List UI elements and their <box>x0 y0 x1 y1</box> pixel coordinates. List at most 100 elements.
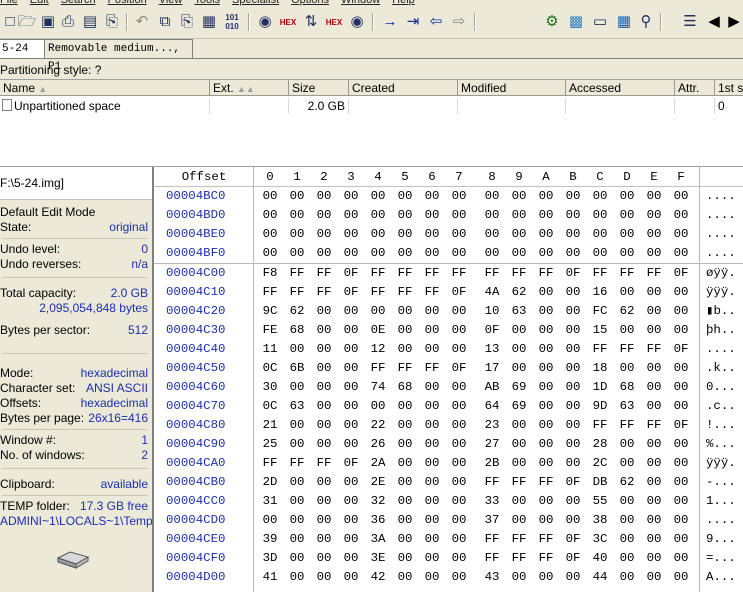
ascii-text[interactable]: .c.. <box>706 397 736 416</box>
menu-item-edit[interactable]: Edit <box>30 0 49 6</box>
column-header-name[interactable]: Name ▲ <box>0 80 210 96</box>
hex-row[interactable]: 00004BD0 00 00 00 00 00 00 00 00 00 00 00 00 00 00 00 00… <box>154 206 743 225</box>
hex-row[interactable]: 00004CC0 31 00 00 00 32 00 00 00 33 00 00 00 55 00 00 00… <box>154 492 743 511</box>
hex-byte[interactable]: FF <box>644 264 664 283</box>
hex-byte[interactable]: 00 <box>395 340 415 359</box>
hex-byte[interactable]: 00 <box>617 549 637 568</box>
hex-byte[interactable]: 00 <box>341 244 361 263</box>
hex-row[interactable]: 00004C90 25 00 00 00 26 00 00 00 27 00 00 00 28 00 00 00… <box>154 435 743 454</box>
hex-byte[interactable]: 00 <box>422 530 442 549</box>
hex-byte[interactable]: 00 <box>449 321 469 340</box>
hex-byte[interactable]: FF <box>509 264 529 283</box>
hex-byte[interactable]: 00 <box>395 187 415 206</box>
hex-byte[interactable]: 00 <box>422 549 442 568</box>
hex-byte[interactable]: 00 <box>644 359 664 378</box>
hex-byte[interactable]: 0C <box>260 397 280 416</box>
hex-byte[interactable]: 00 <box>617 435 637 454</box>
hex-byte[interactable]: 63 <box>617 397 637 416</box>
hex-row[interactable]: 00004C00 F8 FF FF 0F FF FF FF FF FF FF FF 0F FF FF FF 0F… <box>154 264 743 283</box>
hex-byte[interactable]: 37 <box>482 511 502 530</box>
hex-byte[interactable]: 00 <box>422 416 442 435</box>
hex-byte[interactable]: 0C <box>260 359 280 378</box>
hex-byte[interactable]: DB <box>590 473 610 492</box>
hex-byte[interactable]: 00 <box>644 283 664 302</box>
hex-byte[interactable]: 00 <box>314 435 334 454</box>
hex-byte[interactable]: 00 <box>617 206 637 225</box>
copy-icon[interactable]: ⧉ <box>155 12 175 32</box>
hex-byte[interactable]: 00 <box>563 454 583 473</box>
menu-item-options[interactable]: Options <box>291 0 329 6</box>
hex-byte[interactable]: 00 <box>341 302 361 321</box>
hex-byte[interactable]: 00 <box>395 225 415 244</box>
hex-byte[interactable]: 00 <box>314 187 334 206</box>
hex-byte[interactable]: 00 <box>563 511 583 530</box>
hex-byte[interactable]: 00 <box>536 568 556 587</box>
hex-byte[interactable]: 00 <box>287 473 307 492</box>
hex-byte[interactable]: 55 <box>590 492 610 511</box>
hex-byte[interactable]: 2D <box>260 473 280 492</box>
hex-byte[interactable]: 38 <box>590 511 610 530</box>
column-header-accessed[interactable]: Accessed <box>566 80 675 96</box>
hex-byte[interactable]: 39 <box>260 530 280 549</box>
hex-byte[interactable]: FF <box>314 283 334 302</box>
hex-byte[interactable]: 0F <box>482 321 502 340</box>
hex-row[interactable]: 00004D00 41 00 00 00 42 00 00 00 43 00 00 00 44 00 00 00… <box>154 568 743 587</box>
hex-byte[interactable]: 40 <box>590 549 610 568</box>
hex-byte[interactable]: 69 <box>509 378 529 397</box>
hex-byte[interactable]: 00 <box>260 244 280 263</box>
hex-byte[interactable]: 00 <box>341 378 361 397</box>
hex-byte[interactable]: 00 <box>422 302 442 321</box>
hex-byte[interactable]: 00 <box>563 340 583 359</box>
hex-byte[interactable]: 00 <box>509 225 529 244</box>
hex-byte[interactable]: 00 <box>617 244 637 263</box>
ascii-text[interactable]: !... <box>706 416 736 435</box>
hex-byte[interactable]: 00 <box>509 492 529 511</box>
hex-byte[interactable]: 00 <box>482 206 502 225</box>
hex-byte[interactable]: 00 <box>368 244 388 263</box>
hex-byte[interactable]: FF <box>395 359 415 378</box>
hex-byte[interactable]: 00 <box>671 454 691 473</box>
hex-byte[interactable]: FF <box>482 549 502 568</box>
hex-byte[interactable]: 00 <box>671 435 691 454</box>
ascii-text[interactable]: øÿÿ. <box>706 264 736 283</box>
hex-byte[interactable]: 00 <box>509 321 529 340</box>
hex-row[interactable]: 00004BE0 00 00 00 00 00 00 00 00 00 00 00 00 00 00 00 00… <box>154 225 743 244</box>
hex-byte[interactable]: FF <box>368 264 388 283</box>
hex-byte[interactable]: 2C <box>590 454 610 473</box>
hex-byte[interactable]: FF <box>617 416 637 435</box>
prev-window-icon[interactable]: ◀ <box>704 12 724 32</box>
ascii-text[interactable]: .... <box>706 225 736 244</box>
hex-byte[interactable]: 0F <box>671 340 691 359</box>
hex-byte[interactable]: 00 <box>644 473 664 492</box>
hex-byte[interactable]: 00 <box>536 511 556 530</box>
hex-byte[interactable]: 11 <box>260 340 280 359</box>
disk-editor-icon[interactable]: ⚙ <box>542 12 562 32</box>
hex-byte[interactable]: 00 <box>395 473 415 492</box>
hex-byte[interactable]: 00 <box>644 206 664 225</box>
hex-row[interactable]: 00004CF0 3D 00 00 00 3E 00 00 00 FF FF FF 0F 40 00 00 00… <box>154 549 743 568</box>
undo-icon[interactable]: ↶ <box>132 12 152 32</box>
hex-byte[interactable]: 00 <box>341 225 361 244</box>
hex-byte[interactable]: 00 <box>617 225 637 244</box>
hex-byte[interactable]: 69 <box>509 397 529 416</box>
hex-byte[interactable]: 00 <box>422 435 442 454</box>
hex-byte[interactable]: 2B <box>482 454 502 473</box>
hex-byte[interactable]: 00 <box>644 492 664 511</box>
hex-byte[interactable]: 00 <box>422 340 442 359</box>
hex-row[interactable]: 00004C10 FF FF FF 0F FF FF FF 0F 4A 62 00 00 16 00 00 00… <box>154 283 743 302</box>
hex-byte[interactable]: 62 <box>287 302 307 321</box>
hex-byte[interactable]: 00 <box>563 225 583 244</box>
column-header-created[interactable]: Created <box>349 80 458 96</box>
hex-byte[interactable]: 00 <box>395 206 415 225</box>
hex-byte[interactable]: 00 <box>644 378 664 397</box>
column-header-ext[interactable]: Ext. ▲▲ <box>210 80 289 96</box>
hex-row[interactable]: 00004CA0 FF FF FF 0F 2A 00 00 00 2B 00 00 00 2C 00 00 00… <box>154 454 743 473</box>
ascii-text[interactable]: .k.. <box>706 359 736 378</box>
hex-byte[interactable]: 00 <box>287 511 307 530</box>
hex-byte[interactable]: 00 <box>536 340 556 359</box>
next-window-icon[interactable]: ▶ <box>724 12 743 32</box>
back-icon[interactable]: ⇦ <box>426 12 446 32</box>
hex-byte[interactable]: 23 <box>482 416 502 435</box>
hex-byte[interactable]: 22 <box>368 416 388 435</box>
hex-byte[interactable]: 3E <box>368 549 388 568</box>
